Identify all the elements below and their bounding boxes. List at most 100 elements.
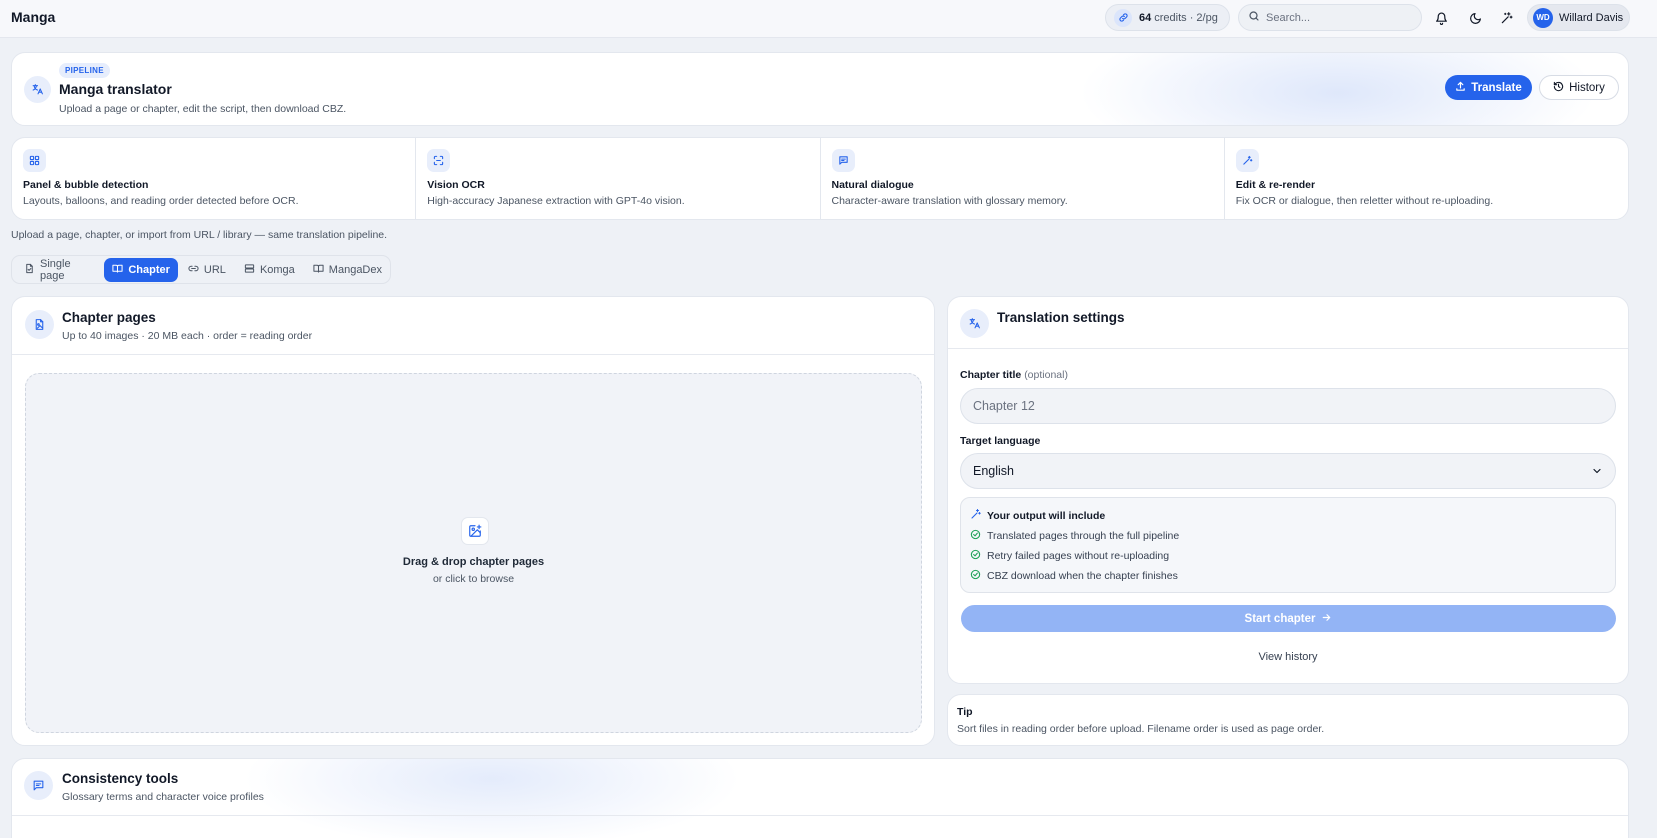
pipeline-tag: PIPELINE	[59, 63, 110, 78]
features-strip: Panel & bubble detection Layouts, balloo…	[11, 137, 1629, 220]
tab-mangadex[interactable]: MangaDex	[305, 258, 390, 282]
history-icon	[1553, 81, 1564, 95]
chapter-title-field[interactable]: Chapter 12	[960, 388, 1616, 424]
grid-icon	[23, 149, 46, 172]
feature-panel-detection: Panel & bubble detection Layouts, balloo…	[12, 138, 417, 219]
output-item-text: CBZ download when the chapter finishes	[987, 570, 1178, 582]
top-bar: Manga 64 credits · 2/pg Search... WD Wil…	[0, 0, 1657, 38]
search-icon	[1248, 10, 1260, 25]
dropzone-title: Drag & drop chapter pages	[402, 556, 545, 568]
view-history-link[interactable]: View history	[948, 651, 1628, 663]
consistency-tools-card: Consistency tools Glossary terms and cha…	[11, 758, 1629, 838]
moon-icon[interactable]	[1466, 9, 1484, 27]
bell-icon[interactable]	[1432, 9, 1450, 27]
output-item: CBZ download when the chapter finishes	[970, 569, 1178, 583]
output-summary: Your output will include Translated page…	[960, 497, 1616, 593]
history-button-label: History	[1569, 81, 1605, 94]
settings-title: Translation settings	[997, 310, 1125, 325]
output-title-text: Your output will include	[987, 509, 1106, 522]
sparkles-icon[interactable]	[1498, 9, 1516, 27]
target-language-value: English	[973, 464, 1014, 478]
tab-single-page[interactable]: Single page	[16, 258, 102, 282]
feature-desc: Character-aware translation with glossar…	[831, 195, 1068, 207]
output-item: Retry failed pages without re-uploading	[970, 549, 1169, 563]
dropzone[interactable]: Drag & drop chapter pages or click to br…	[25, 373, 922, 733]
scan-icon	[427, 149, 451, 172]
credits-badge[interactable]: 64 credits · 2/pg	[1105, 4, 1230, 31]
book-open-icon	[112, 263, 123, 277]
check-circle-icon	[970, 569, 981, 583]
check-circle-icon	[970, 529, 981, 543]
start-chapter-button[interactable]: Start chapter	[961, 605, 1616, 632]
server-icon	[244, 263, 255, 277]
optional-hint: (optional)	[1024, 369, 1068, 381]
search-input[interactable]: Search...	[1238, 4, 1422, 31]
translate-icon	[24, 76, 51, 103]
page-scrollbar[interactable]	[1633, 38, 1657, 838]
chapter-title-placeholder: Chapter 12	[973, 399, 1035, 413]
feature-desc: High-accuracy Japanese extraction with G…	[427, 195, 685, 207]
feature-edit-rerender: Edit & re-render Fix OCR or dialogue, th…	[1225, 138, 1628, 219]
tip-text: Sort files in reading order before uploa…	[957, 723, 1325, 735]
dropzone-subtitle: or click to browse	[432, 573, 515, 585]
history-button[interactable]: History	[1539, 75, 1619, 100]
consistency-subtitle: Glossary terms and character voice profi…	[62, 791, 264, 803]
app-title: Manga	[11, 9, 56, 25]
tab-label: Komga	[259, 263, 295, 276]
tab-label: Single page	[40, 257, 71, 282]
translate-button-label: Translate	[1471, 81, 1522, 94]
user-menu[interactable]: WD Willard Davis	[1527, 4, 1630, 31]
user-name: Willard Davis	[1559, 11, 1624, 24]
translation-settings-card: Translation settings Chapter title (opti…	[947, 296, 1629, 684]
chevron-down-icon	[1591, 465, 1603, 480]
avatar: WD	[1533, 7, 1553, 28]
feature-desc: Layouts, balloons, and reading order det…	[23, 195, 299, 207]
tab-chapter[interactable]: Chapter	[104, 257, 178, 282]
file-image-icon	[25, 310, 54, 339]
credits-value: 64	[1139, 11, 1152, 24]
output-item-text: Retry failed pages without re-uploading	[987, 550, 1170, 562]
consistency-header: Consistency tools Glossary terms and cha…	[12, 759, 1628, 816]
start-chapter-label: Start chapter	[1244, 612, 1316, 625]
output-title: Your output will include	[970, 508, 1105, 523]
arrow-right-icon	[1321, 612, 1332, 626]
tab-komga[interactable]: Komga	[236, 258, 303, 282]
feature-title: Panel & bubble detection	[23, 179, 149, 191]
tab-label: MangaDex	[328, 263, 382, 276]
feature-title: Edit & re-render	[1235, 179, 1316, 191]
sparkles-icon	[970, 508, 982, 523]
tip-card: Tip Sort files in reading order before u…	[947, 694, 1629, 746]
link-icon	[188, 263, 199, 277]
chapter-pages-header: Chapter pages Up to 40 images · 20 MB ea…	[12, 297, 934, 355]
chapter-title-label: Chapter title (optional)	[960, 369, 1068, 381]
link-icon	[1114, 8, 1132, 27]
search-placeholder: Search...	[1266, 11, 1311, 24]
feature-title: Vision OCR	[427, 179, 485, 191]
file-icon	[24, 263, 35, 277]
wand-icon	[1235, 149, 1259, 172]
chapter-pages-card: Chapter pages Up to 40 images · 20 MB ea…	[11, 296, 935, 746]
feature-vision-ocr: Vision OCR High-accuracy Japanese extrac…	[416, 138, 821, 219]
hero-card: PIPELINE Manga translator Upload a page …	[11, 52, 1629, 126]
tab-url[interactable]: URL	[180, 258, 234, 282]
target-language-label: Target language	[960, 435, 1041, 447]
tab-label: Chapter	[128, 263, 170, 276]
feature-title: Natural dialogue	[831, 179, 914, 191]
page-subtitle: Upload a page or chapter, edit the scrip…	[59, 103, 347, 115]
translate-button[interactable]: Translate	[1445, 75, 1532, 100]
book-open-icon	[313, 263, 324, 277]
message-icon	[831, 149, 855, 172]
intro-text: Upload a page, chapter, or import from U…	[11, 229, 388, 241]
chapter-title-label-text: Chapter title	[960, 369, 1022, 381]
message-icon	[24, 771, 53, 800]
feature-desc: Fix OCR or dialogue, then reletter witho…	[1235, 195, 1494, 207]
source-tabs: Single page Chapter URL Komga MangaDex	[11, 255, 391, 284]
check-circle-icon	[970, 549, 981, 563]
chapter-pages-subtitle: Up to 40 images · 20 MB each · order = r…	[62, 330, 313, 342]
target-language-select[interactable]: English	[960, 453, 1616, 489]
output-item-text: Translated pages through the full pipeli…	[987, 530, 1180, 542]
translate-icon	[960, 309, 989, 338]
credits-suffix: credits · 2/pg	[1154, 11, 1218, 24]
page-title: Manga translator	[59, 81, 172, 97]
settings-header: Translation settings	[948, 297, 1628, 349]
